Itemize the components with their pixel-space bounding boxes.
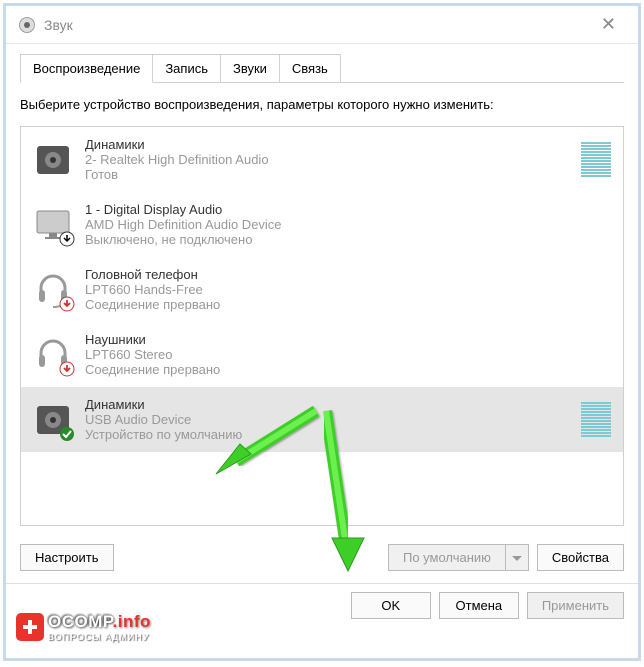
- tab-communications[interactable]: Связь: [279, 54, 341, 83]
- arrow-down-red-badge-icon: [59, 361, 75, 377]
- tab-panel-playback: Выберите устройство воспроизведения, пар…: [20, 82, 624, 581]
- checkmark-badge-icon: [59, 426, 75, 442]
- watermark-brand: OCOMP: [48, 612, 113, 631]
- device-desc: LPT660 Stereo: [85, 347, 611, 362]
- device-item[interactable]: Головной телефон LPT660 Hands-Free Соеди…: [21, 257, 623, 322]
- watermark: OCOMP.info ВОПРОСЫ АДМИНУ: [16, 612, 151, 642]
- tab-playback[interactable]: Воспроизведение: [20, 54, 153, 83]
- window-title: Звук: [44, 17, 591, 33]
- device-desc: USB Audio Device: [85, 412, 581, 427]
- cancel-button[interactable]: Отмена: [439, 592, 519, 619]
- speaker-icon: [33, 140, 73, 180]
- device-desc: AMD High Definition Audio Device: [85, 217, 611, 232]
- panel-buttons: Настроить По умолчанию Свойства: [20, 526, 624, 581]
- device-desc: 2- Realtek High Definition Audio: [85, 152, 581, 167]
- close-button[interactable]: ✕: [591, 10, 626, 39]
- speaker-volume-icon: [18, 16, 36, 34]
- headset-icon: [33, 270, 73, 310]
- device-item[interactable]: 1 - Digital Display Audio AMD High Defin…: [21, 192, 623, 257]
- headphones-icon: [33, 335, 73, 375]
- arrow-down-badge-icon: [59, 231, 75, 247]
- ok-button[interactable]: OK: [351, 592, 431, 619]
- properties-button[interactable]: Свойства: [537, 544, 624, 571]
- device-status: Готов: [85, 167, 581, 182]
- device-name: 1 - Digital Display Audio: [85, 202, 611, 217]
- watermark-badge-icon: [16, 613, 44, 641]
- device-status: Соединение прервано: [85, 297, 611, 312]
- device-name: Головной телефон: [85, 267, 611, 282]
- device-name: Динамики: [85, 137, 581, 152]
- monitor-icon: [33, 205, 73, 245]
- device-name: Наушники: [85, 332, 611, 347]
- device-item[interactable]: Динамики USB Audio Device Устройство по …: [21, 387, 623, 452]
- titlebar: Звук ✕: [6, 6, 638, 44]
- device-status: Соединение прервано: [85, 362, 611, 377]
- level-meter: [581, 142, 611, 177]
- watermark-sub: ВОПРОСЫ АДМИНУ: [48, 632, 151, 642]
- arrow-down-red-badge-icon: [59, 296, 75, 312]
- device-desc: LPT660 Hands-Free: [85, 282, 611, 297]
- configure-button[interactable]: Настроить: [20, 544, 114, 571]
- sound-dialog: Звук ✕ Воспроизведение Запись Звуки Связ…: [3, 3, 641, 661]
- chevron-down-icon: [512, 556, 522, 562]
- device-item[interactable]: Наушники LPT660 Stereo Соединение прерва…: [21, 322, 623, 387]
- instruction-text: Выберите устройство воспроизведения, пар…: [20, 97, 624, 112]
- tab-strip: Воспроизведение Запись Звуки Связь: [6, 44, 638, 83]
- device-status: Выключено, не подключено: [85, 232, 611, 247]
- set-default-dropdown-toggle[interactable]: [506, 544, 529, 571]
- speaker-icon: [33, 400, 73, 440]
- tab-sounds[interactable]: Звуки: [220, 54, 280, 83]
- device-list[interactable]: Динамики 2- Realtek High Definition Audi…: [20, 126, 624, 526]
- device-status: Устройство по умолчанию: [85, 427, 581, 442]
- set-default-button[interactable]: По умолчанию: [388, 544, 506, 571]
- device-item[interactable]: Динамики 2- Realtek High Definition Audi…: [21, 127, 623, 192]
- tab-recording[interactable]: Запись: [152, 54, 221, 83]
- device-name: Динамики: [85, 397, 581, 412]
- level-meter: [581, 402, 611, 437]
- watermark-domain: .info: [113, 612, 151, 631]
- apply-button[interactable]: Применить: [527, 592, 624, 619]
